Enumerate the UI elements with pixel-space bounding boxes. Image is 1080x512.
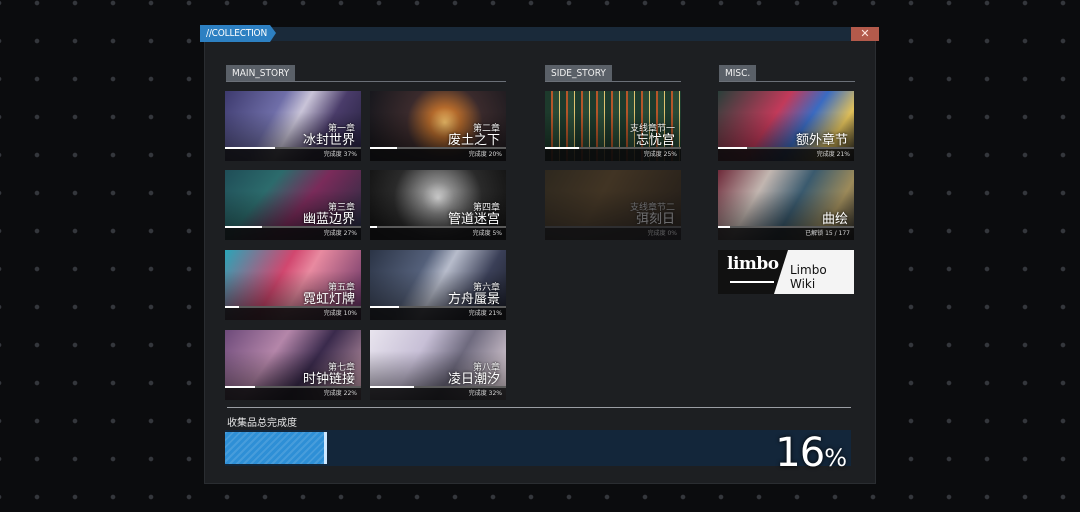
chapter-artwork [545, 170, 681, 240]
total-completion-label: 收集品总完成度 [227, 418, 297, 429]
chapter-completion: 已解锁 15 / 177 [805, 230, 850, 237]
chapter-title: 废土之下 [447, 133, 500, 148]
chapter-completion: 完成度 10% [323, 310, 357, 317]
chapter-completion: 完成度 5% [472, 230, 502, 237]
chapter-card-main-7[interactable]: 第七章 时钟链接 完成度 22% [225, 330, 361, 400]
chapter-completion: 完成度 27% [323, 230, 357, 237]
chapter-title: 额外章节 [795, 133, 848, 148]
chapter-completion: 完成度 32% [468, 390, 502, 397]
total-percent-number: 16 [775, 430, 825, 476]
chapter-title: 凌日潮汐 [447, 372, 500, 387]
limbo-logo-text: limbo [727, 254, 779, 274]
chapter-card-main-3[interactable]: 第三章 幽蓝边界 完成度 27% [225, 170, 361, 240]
chapter-title: 时钟链接 [302, 372, 355, 387]
chapter-card-illustrations[interactable]: 曲绘已解锁 15 / 177 [718, 170, 854, 240]
chapter-card-side-1[interactable]: 支线章节一 忘忧宫 完成度 25% [545, 91, 681, 161]
section-misc-underline [719, 81, 855, 82]
chapter-completion: 完成度 37% [323, 151, 357, 158]
artwork-shade [545, 170, 681, 240]
chapter-completion: 完成度 0% [647, 230, 677, 237]
chapter-card-main-6[interactable]: 第六章 方舟蜃景 完成度 21% [370, 250, 506, 320]
close-icon: ✕ [860, 27, 870, 40]
chapter-completion: 完成度 21% [468, 310, 502, 317]
limbo-logo-underline [730, 281, 774, 283]
chapter-title: 霓虹灯牌 [302, 292, 355, 307]
total-progress-fill [225, 432, 324, 464]
chapter-progress-bar [545, 226, 681, 228]
chapter-title: 冰封世界 [302, 133, 355, 148]
close-button[interactable]: ✕ [851, 27, 879, 41]
section-main-story-underline [226, 81, 506, 82]
window-titlebar [205, 27, 879, 41]
chapter-completion: 完成度 22% [323, 390, 357, 397]
total-divider [227, 407, 851, 408]
chapter-card-main-5[interactable]: 第五章 霓虹灯牌 完成度 10% [225, 250, 361, 320]
chapter-completion: 完成度 20% [468, 151, 502, 158]
chapter-card-extra-chapter[interactable]: 额外章节完成度 21% [718, 91, 854, 161]
chapter-title: 管道迷宫 [447, 212, 500, 227]
window-title: //COLLECTION [200, 25, 276, 42]
limbo-wiki-button[interactable]: limbo Limbo Wiki [718, 250, 854, 294]
total-progress-bar: 16% [225, 430, 851, 476]
chapter-card-side-2: 支线章节二 弭刻日完成度 0% [545, 170, 681, 240]
chapter-card-main-8[interactable]: 第八章 凌日潮汐 完成度 32% [370, 330, 506, 400]
chapter-title: 幽蓝边界 [302, 212, 355, 227]
limbo-wiki-label: Limbo Wiki [790, 263, 827, 291]
chapter-completion: 完成度 21% [816, 151, 850, 158]
total-progress-marker [324, 432, 327, 464]
section-side-story: SIDE_STORY [545, 65, 612, 82]
chapter-number: 支线章节二 [629, 203, 675, 213]
total-completion-value: 16% [775, 430, 847, 476]
chapter-title: 曲绘 [821, 212, 848, 227]
chapter-completion: 完成度 25% [643, 151, 677, 158]
section-misc: MISC. [719, 65, 757, 82]
chapter-card-main-4[interactable]: 第四章 管道迷宫 完成度 5% [370, 170, 506, 240]
chapter-card-main-1[interactable]: 第一章 冰封世界 完成度 37% [225, 91, 361, 161]
chapter-title: 方舟蜃景 [447, 292, 500, 307]
limbo-logo: limbo [718, 250, 788, 294]
section-main-story: MAIN_STORY [226, 65, 296, 82]
chapter-title: 弭刻日 [635, 212, 675, 227]
chapter-title: 忘忧宫 [635, 133, 675, 148]
section-side-story-underline [545, 81, 681, 82]
chapter-footer [545, 228, 681, 240]
total-percent-symbol: % [824, 444, 847, 472]
chapter-card-main-2[interactable]: 第二章 废土之下 完成度 20% [370, 91, 506, 161]
